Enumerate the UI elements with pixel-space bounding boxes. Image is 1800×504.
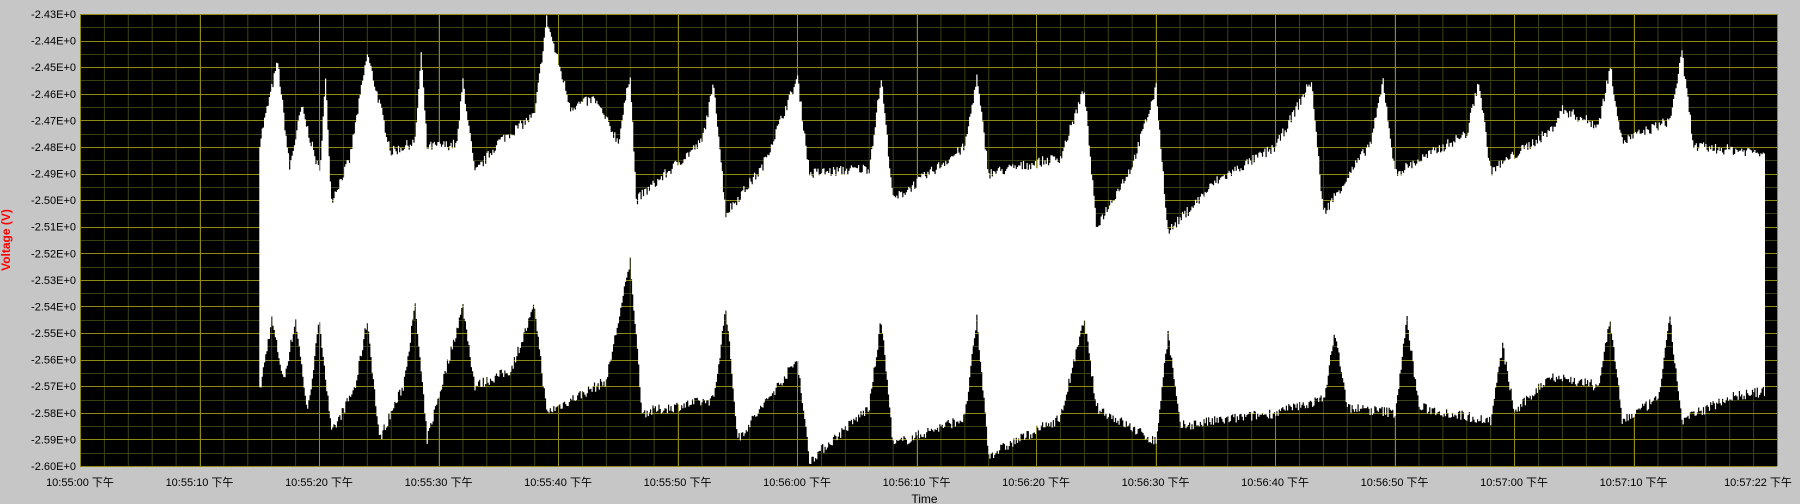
x-tick-label: 10:57:00 下午 <box>1480 476 1548 489</box>
y-axis-title: Voltage (V) <box>0 209 13 271</box>
x-tick-label: 10:55:30 下午 <box>405 476 473 489</box>
y-tick-label: -2.48E+0 <box>31 142 76 154</box>
x-tick-label: 10:56:20 下午 <box>1002 476 1070 489</box>
y-tick-label: -2.44E+0 <box>31 36 76 48</box>
y-tick-label: -2.46E+0 <box>31 89 76 101</box>
y-tick-label: -2.51E+0 <box>31 222 76 234</box>
y-tick-label: -2.58E+0 <box>31 408 76 420</box>
y-tick-label: -2.49E+0 <box>31 169 76 181</box>
x-tick-label: 10:55:00 下午 <box>46 476 114 489</box>
y-tick-label: -2.43E+0 <box>31 9 76 21</box>
x-tick-label: 10:55:10 下午 <box>166 476 234 489</box>
y-tick-label: -2.45E+0 <box>31 62 76 74</box>
x-axis-ticks: 10:55:00 下午 10:55:10 下午 10:55:20 下午 10:55:3… <box>46 476 1792 489</box>
x-axis-title: Time <box>911 492 938 504</box>
y-tick-label: -2.54E+0 <box>31 301 76 313</box>
y-tick-label: -2.52E+0 <box>31 248 76 260</box>
x-tick-label: 10:57:22 下午 <box>1724 476 1792 489</box>
y-tick-label: -2.57E+0 <box>31 381 76 393</box>
x-tick-label: 10:56:00 下午 <box>763 476 831 489</box>
x-tick-label: 10:56:40 下午 <box>1241 476 1309 489</box>
y-tick-label: -2.55E+0 <box>31 328 76 340</box>
x-tick-label: 10:56:10 下午 <box>883 476 951 489</box>
x-tick-label: 10:55:20 下午 <box>285 476 353 489</box>
y-tick-label: -2.53E+0 <box>31 275 76 287</box>
y-tick-label: -2.56E+0 <box>31 355 76 367</box>
voltage-chart: -2.43E+0 -2.44E+0 -2.45E+0 -2.46E+0 -2.47E+0… <box>0 0 1800 504</box>
y-tick-label: -2.59E+0 <box>31 434 76 446</box>
y-tick-label: -2.47E+0 <box>31 115 76 127</box>
x-tick-label: 10:55:50 下午 <box>644 476 712 489</box>
x-tick-label: 10:56:50 下午 <box>1361 476 1429 489</box>
x-tick-label: 10:55:40 下午 <box>524 476 592 489</box>
y-tick-label: -2.50E+0 <box>31 195 76 207</box>
x-tick-label: 10:57:10 下午 <box>1600 476 1668 489</box>
y-tick-label: -2.60E+0 <box>31 461 76 473</box>
x-tick-label: 10:56:30 下午 <box>1122 476 1190 489</box>
